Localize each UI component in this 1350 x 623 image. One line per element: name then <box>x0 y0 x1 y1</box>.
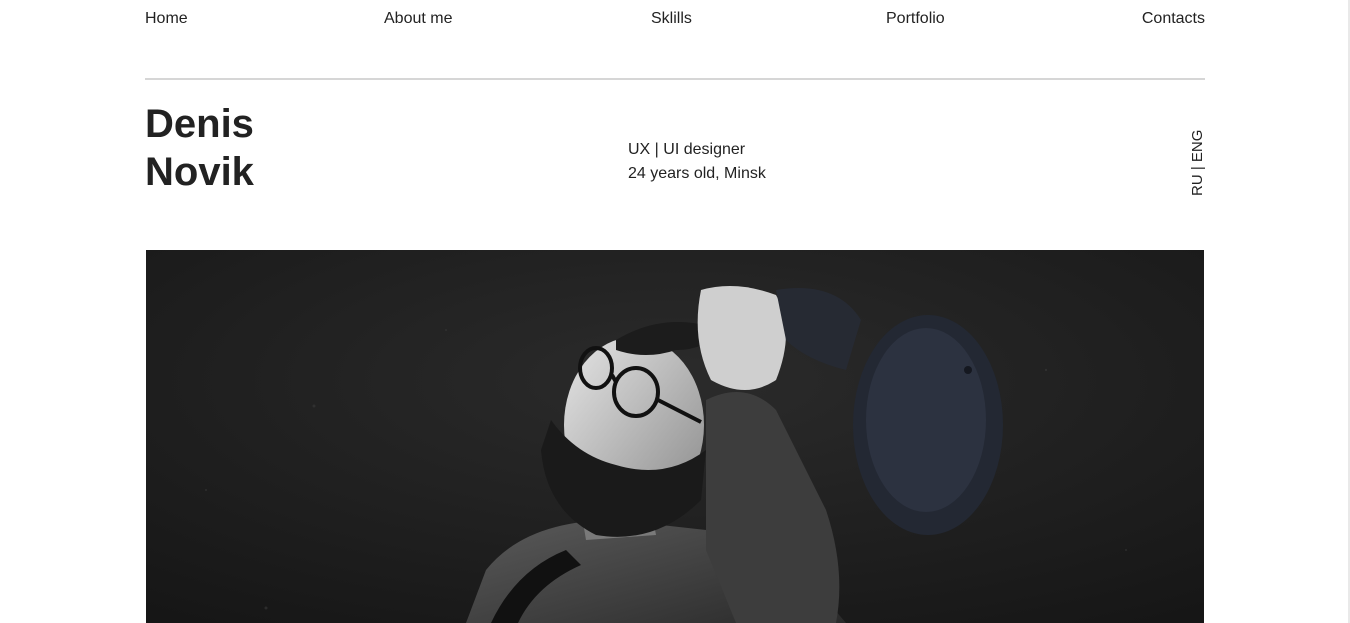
designer-info: UX | UI designer 24 years old, Minsk <box>628 138 766 186</box>
first-name: Denis <box>145 102 254 146</box>
nav-link-contacts[interactable]: Contacts <box>1142 10 1205 28</box>
last-name: Novik <box>145 150 254 194</box>
page: Home About me Sklills Portfolio Contacts… <box>0 0 1350 623</box>
top-navigation: Home About me Sklills Portfolio Contacts <box>145 0 1205 40</box>
lang-ru-link[interactable]: RU <box>1189 174 1206 196</box>
nav-link-home[interactable]: Home <box>145 10 188 28</box>
designer-name: Denis Novik <box>145 100 254 196</box>
nav-link-about[interactable]: About me <box>384 10 452 28</box>
language-switcher-label: RU | ENG <box>1188 130 1208 196</box>
nav-link-portfolio[interactable]: Portfolio <box>886 10 945 28</box>
lang-eng-link[interactable]: ENG <box>1189 130 1206 163</box>
lang-separator: | <box>1189 162 1206 175</box>
header-divider <box>145 78 1205 80</box>
nav-link-skills[interactable]: Sklills <box>651 10 692 28</box>
role-text: UX | UI designer <box>628 141 746 158</box>
age-location-text: 24 years old, Minsk <box>628 165 766 182</box>
portrait-photo <box>146 250 1204 623</box>
language-switcher: RU | ENG <box>1188 130 1208 196</box>
